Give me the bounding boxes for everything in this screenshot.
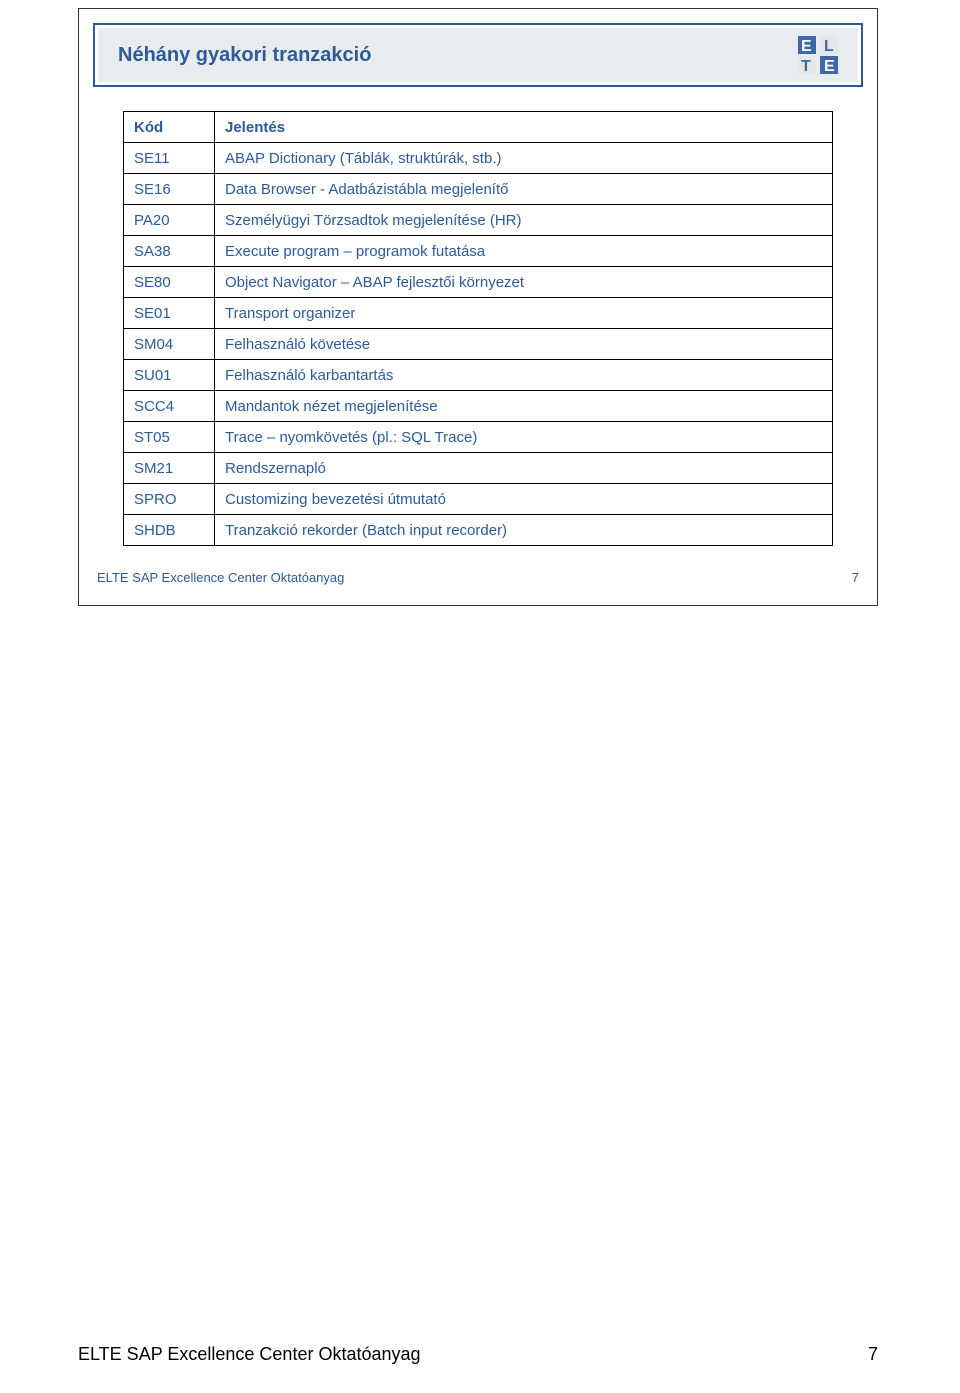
cell-code: SE16 bbox=[124, 174, 215, 205]
cell-desc: Tranzakció rekorder (Batch input recorde… bbox=[215, 515, 833, 546]
page-footer-number: 7 bbox=[868, 1344, 878, 1365]
cell-desc: Data Browser - Adatbázistábla megjelenít… bbox=[215, 174, 833, 205]
cell-desc: Mandantok nézet megjelenítése bbox=[215, 391, 833, 422]
slide-title: Néhány gyakori tranzakció bbox=[118, 44, 371, 67]
cell-code: SPRO bbox=[124, 484, 215, 515]
table-row: SCC4Mandantok nézet megjelenítése bbox=[124, 391, 833, 422]
elte-logo: E L T E bbox=[796, 34, 842, 76]
table-row: ST05Trace – nyomkövetés (pl.: SQL Trace) bbox=[124, 422, 833, 453]
slide-footer: ELTE SAP Excellence Center Oktatóanyag 7 bbox=[93, 570, 863, 585]
page-footer-text: ELTE SAP Excellence Center Oktatóanyag bbox=[78, 1344, 421, 1365]
svg-text:E: E bbox=[801, 38, 812, 55]
cell-code: SU01 bbox=[124, 360, 215, 391]
table-header-row: Kód Jelentés bbox=[124, 112, 833, 143]
page-footer: ELTE SAP Excellence Center Oktatóanyag 7 bbox=[78, 1344, 878, 1365]
cell-desc: ABAP Dictionary (Táblák, struktúrák, stb… bbox=[215, 143, 833, 174]
cell-desc: Transport organizer bbox=[215, 298, 833, 329]
header-desc: Jelentés bbox=[215, 112, 833, 143]
cell-code: SE01 bbox=[124, 298, 215, 329]
title-bar-frame: Néhány gyakori tranzakció E L T E bbox=[93, 23, 863, 87]
cell-code: SCC4 bbox=[124, 391, 215, 422]
elte-logo-icon: E L T E bbox=[796, 34, 842, 76]
cell-code: SM04 bbox=[124, 329, 215, 360]
cell-desc: Rendszernapló bbox=[215, 453, 833, 484]
header-code: Kód bbox=[124, 112, 215, 143]
slide-footer-text: ELTE SAP Excellence Center Oktatóanyag bbox=[97, 570, 344, 585]
cell-code: SHDB bbox=[124, 515, 215, 546]
cell-desc: Személyügyi Törzsadtok megjelenítése (HR… bbox=[215, 205, 833, 236]
table-row: SM04Felhasználó követése bbox=[124, 329, 833, 360]
table-row: PA20Személyügyi Törzsadtok megjelenítése… bbox=[124, 205, 833, 236]
content-area: Kód Jelentés SE11ABAP Dictionary (Táblák… bbox=[123, 111, 833, 546]
slide-body: Néhány gyakori tranzakció E L T E bbox=[93, 23, 863, 591]
cell-code: SA38 bbox=[124, 236, 215, 267]
cell-code: SE11 bbox=[124, 143, 215, 174]
table-row: SPROCustomizing bevezetési útmutató bbox=[124, 484, 833, 515]
cell-desc: Trace – nyomkövetés (pl.: SQL Trace) bbox=[215, 422, 833, 453]
svg-text:T: T bbox=[801, 58, 811, 75]
slide-footer-page: 7 bbox=[852, 570, 859, 585]
cell-code: ST05 bbox=[124, 422, 215, 453]
slide-frame: Néhány gyakori tranzakció E L T E bbox=[78, 8, 878, 606]
table-row: SHDBTranzakció rekorder (Batch input rec… bbox=[124, 515, 833, 546]
table-row: SE80Object Navigator – ABAP fejlesztői k… bbox=[124, 267, 833, 298]
table-row: SM21Rendszernapló bbox=[124, 453, 833, 484]
cell-desc: Felhasználó karbantartás bbox=[215, 360, 833, 391]
svg-text:L: L bbox=[824, 38, 834, 55]
title-bar: Néhány gyakori tranzakció E L T E bbox=[98, 28, 858, 82]
table-row: SU01Felhasználó karbantartás bbox=[124, 360, 833, 391]
cell-code: SM21 bbox=[124, 453, 215, 484]
cell-desc: Execute program – programok futatása bbox=[215, 236, 833, 267]
cell-code: PA20 bbox=[124, 205, 215, 236]
page: Néhány gyakori tranzakció E L T E bbox=[0, 0, 960, 1393]
svg-text:E: E bbox=[824, 58, 835, 75]
table-row: SA38Execute program – programok futatása bbox=[124, 236, 833, 267]
table-row: SE11ABAP Dictionary (Táblák, struktúrák,… bbox=[124, 143, 833, 174]
table-row: SE01Transport organizer bbox=[124, 298, 833, 329]
table-row: SE16Data Browser - Adatbázistábla megjel… bbox=[124, 174, 833, 205]
cell-code: SE80 bbox=[124, 267, 215, 298]
transaction-table: Kód Jelentés SE11ABAP Dictionary (Táblák… bbox=[123, 111, 833, 546]
cell-desc: Object Navigator – ABAP fejlesztői körny… bbox=[215, 267, 833, 298]
cell-desc: Felhasználó követése bbox=[215, 329, 833, 360]
cell-desc: Customizing bevezetési útmutató bbox=[215, 484, 833, 515]
